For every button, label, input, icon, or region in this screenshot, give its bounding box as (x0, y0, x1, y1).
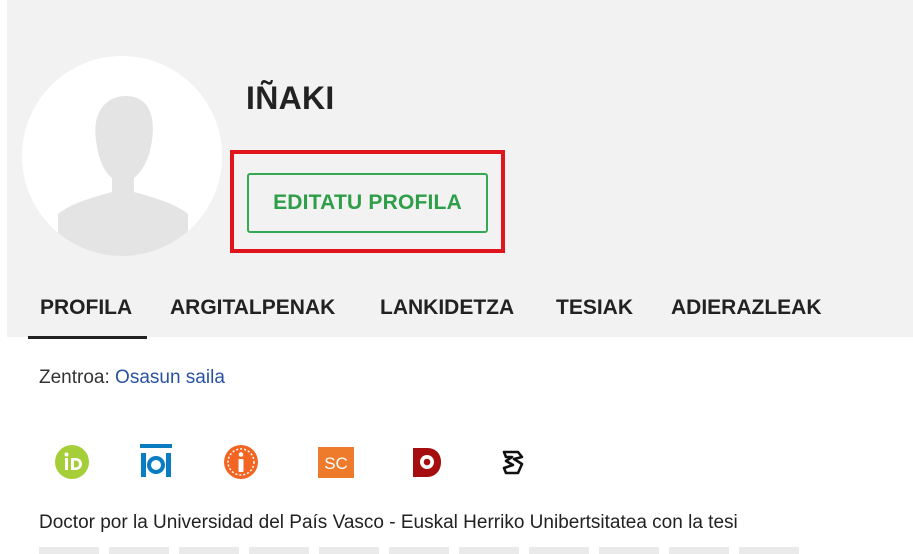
tab-argitalpenak[interactable]: ARGITALPENAK (170, 277, 335, 337)
profile-name: IÑAKI (246, 80, 335, 116)
user-silhouette-icon (22, 56, 222, 256)
ai-icon[interactable] (493, 442, 533, 482)
center-label: Zentroa: (39, 367, 110, 388)
bio-text: Doctor por la Universidad del País Vasco… (39, 512, 738, 533)
svg-text:SC: SC (324, 454, 348, 473)
center-link[interactable]: Osasun saila (115, 367, 225, 388)
avatar (22, 56, 222, 256)
info-icon[interactable] (221, 442, 261, 482)
tab-tesiak[interactable]: TESIAK (556, 277, 633, 337)
tab-lankidetza[interactable]: LANKIDETZA (380, 277, 514, 337)
dialnet-icon[interactable] (405, 442, 445, 482)
center-info: Zentroa: Osasun saila (39, 367, 225, 389)
tab-adierazleak[interactable]: ADIERAZLEAK (671, 277, 822, 337)
orcid-icon[interactable] (52, 442, 92, 482)
tab-profila[interactable]: PROFILA (27, 277, 148, 339)
edit-profile-button[interactable]: EDITATU PROFILA (247, 173, 488, 233)
ioi-icon[interactable] (136, 442, 176, 482)
identifier-icons: SC (0, 442, 913, 486)
bio-text-continuation (39, 547, 799, 554)
scopus-icon[interactable]: SC (316, 442, 356, 482)
profile-tabs: PROFILA ARGITALPENAK LANKIDETZA TESIAK A… (0, 277, 913, 339)
